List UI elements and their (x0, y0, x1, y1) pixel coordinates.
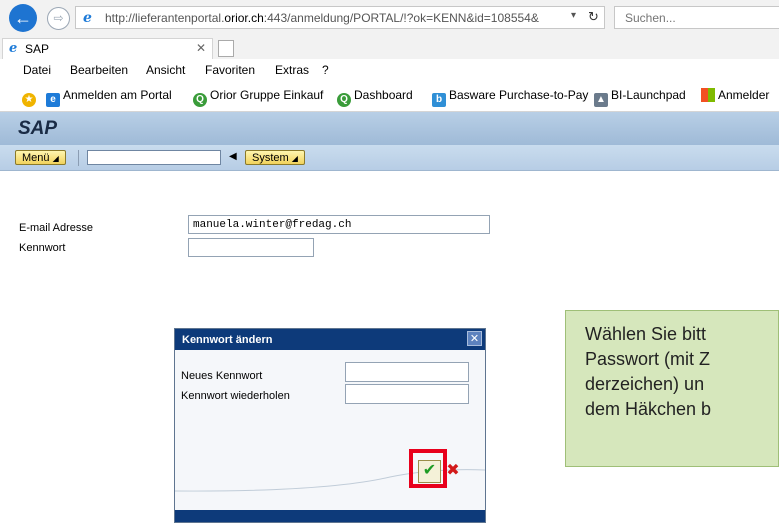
dialog-bottom-bar (175, 510, 485, 522)
search-box[interactable] (614, 6, 779, 29)
callout-text: Wählen Sie bitt Passwort (mit Z derzeich… (585, 324, 712, 419)
sap-title: SAP (18, 118, 58, 139)
password-field[interactable] (188, 238, 314, 257)
instruction-callout: Wählen Sie bitt Passwort (mit Z derzeich… (565, 310, 779, 467)
command-field[interactable] (87, 150, 221, 165)
menu-favoriten[interactable]: Favoriten (205, 63, 255, 77)
email-field[interactable] (188, 215, 490, 234)
fav-basware[interactable]: b Basware Purchase-to-Pay (432, 88, 588, 107)
refresh-icon[interactable]: ↻ (588, 9, 599, 25)
fav-anmelden-portal[interactable]: e Anmelden am Portal (46, 88, 172, 107)
orior-icon: Q (337, 93, 351, 107)
menu-bearbeiten[interactable]: Bearbeiten (70, 63, 128, 77)
search-input[interactable] (623, 10, 777, 26)
orior-icon: Q (193, 93, 207, 107)
basware-icon: b (432, 93, 446, 107)
fav-bi-launchpad[interactable]: ▲ BI-Launchpad (594, 88, 686, 107)
change-password-dialog: Kennwort ändern ✕ Neues Kennwort Kennwor… (174, 328, 486, 523)
fav-anmelder[interactable]: Anmelder (701, 88, 769, 102)
internet-explorer-icon: e (9, 41, 18, 56)
menu-extras[interactable]: Extras (275, 63, 309, 77)
system-button[interactable]: System ◢ (245, 150, 305, 165)
dialog-title: Kennwort ändern (182, 334, 273, 346)
repeat-password-label: Kennwort wiederholen (181, 390, 290, 402)
tab-row: e SAP ✕ (0, 36, 779, 59)
triangle-down-icon: ◢ (52, 154, 59, 163)
internet-explorer-icon: e (83, 10, 92, 26)
back-button[interactable]: ← (9, 4, 37, 32)
menu-datei[interactable]: Datei (23, 63, 51, 77)
dialog-title-bar: Kennwort ändern ✕ (175, 329, 485, 350)
address-bar[interactable]: e http://lieferantenportal.orior.ch:443/… (75, 6, 605, 29)
arrow-right-icon: ⇨ (53, 11, 64, 25)
triangle-down-icon: ◢ (291, 154, 298, 163)
chart-icon: ▲ (594, 93, 608, 107)
repeat-password-field[interactable] (345, 384, 469, 404)
internet-explorer-icon: e (46, 93, 60, 107)
checkmark-icon: ✔ (422, 462, 437, 479)
tab-sap[interactable]: e SAP ✕ (2, 38, 213, 59)
url-text: http://lieferantenportal.orior.ch:443/an… (105, 11, 539, 25)
new-tab-button[interactable] (218, 40, 234, 57)
menu-ansicht[interactable]: Ansicht (146, 63, 185, 77)
confirm-button[interactable]: ✔ (418, 460, 441, 483)
x-icon: ✖ (446, 462, 460, 479)
tab-label: SAP (25, 42, 50, 56)
new-password-field[interactable] (345, 362, 469, 382)
browser-address-row: ← ⇨ e http://lieferantenportal.orior.ch:… (0, 0, 779, 36)
cancel-button[interactable]: ✖ (445, 460, 461, 483)
menu-help[interactable]: ? (322, 63, 329, 77)
fav-orior-einkauf[interactable]: Q Orior Gruppe Einkauf (193, 88, 323, 107)
chevron-down-icon[interactable]: ▾ (571, 10, 576, 21)
close-icon[interactable]: ✕ (467, 331, 482, 346)
sap-toolbar: Menü ◢ ◀ System ◢ (0, 145, 779, 171)
password-label: Kennwort (19, 242, 66, 254)
fav-dashboard[interactable]: Q Dashboard (337, 88, 413, 107)
sap-header: SAP (0, 112, 779, 145)
menu-bar: Datei Bearbeiten Ansicht Favoriten Extra… (0, 59, 779, 82)
close-icon[interactable]: ✕ (196, 41, 206, 55)
favorites-star-icon[interactable]: ★ (22, 88, 39, 107)
forward-button[interactable]: ⇨ (47, 7, 70, 30)
triangle-left-icon[interactable]: ◀ (229, 151, 237, 162)
favorites-bar: ★ e Anmelden am Portal Q Orior Gruppe Eink… (0, 81, 779, 112)
email-label: E-mail Adresse (19, 222, 93, 234)
arrow-left-icon: ← (14, 8, 32, 28)
menu-button[interactable]: Menü ◢ (15, 150, 66, 165)
windows-icon (701, 88, 715, 102)
new-password-label: Neues Kennwort (181, 370, 263, 382)
toolbar-separator (78, 150, 79, 166)
